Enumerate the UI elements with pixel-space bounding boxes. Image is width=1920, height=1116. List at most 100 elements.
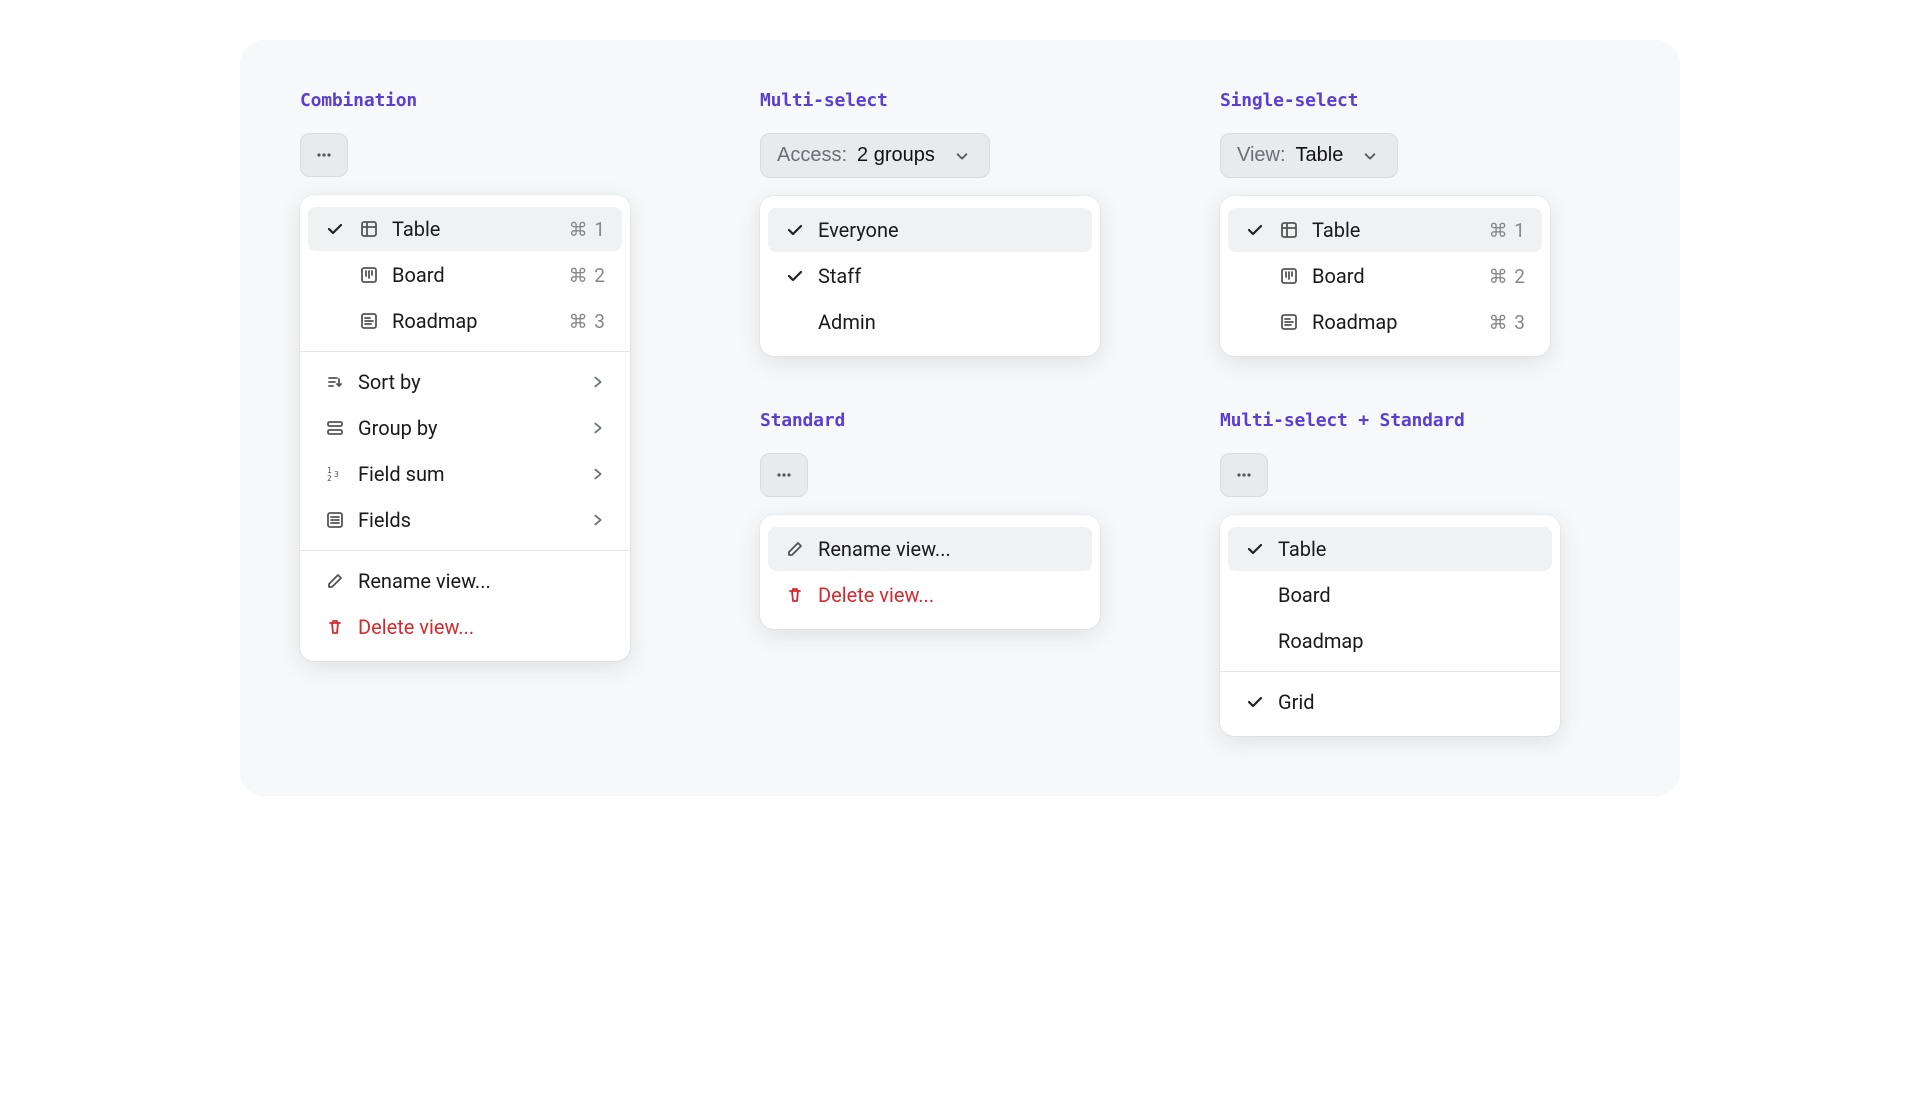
multi-select-menu: Everyone Staff Admin	[760, 196, 1100, 356]
check-icon	[1244, 221, 1266, 239]
multi-standard-menu: Table Board Roadmap Grid	[1220, 515, 1560, 736]
keyboard-shortcut: ⌘ 1	[1489, 219, 1526, 242]
check-icon	[784, 221, 806, 239]
divider	[300, 550, 630, 551]
menu-item-label: Board	[1278, 583, 1331, 607]
menu-item-rename-view[interactable]: Rename view...	[308, 559, 622, 603]
menu-item-label: Delete view...	[358, 615, 474, 639]
menu-item-label: Rename view...	[358, 569, 491, 593]
menu-item-label: Field sum	[358, 462, 445, 486]
menu-item-delete-view[interactable]: Delete view...	[308, 605, 622, 649]
single-select-menu: Table ⌘ 1 Board ⌘ 2 Roadmap ⌘ 3	[1220, 196, 1550, 356]
ellipsis-icon	[313, 144, 335, 166]
chevron-right-icon	[590, 512, 606, 528]
menu-item-roadmap[interactable]: Roadmap	[1228, 619, 1552, 663]
menu-item-label: Staff	[818, 264, 861, 288]
keyboard-shortcut: ⌘ 3	[1489, 311, 1526, 334]
keyboard-shortcut: ⌘ 2	[569, 264, 606, 287]
menu-item-view-table[interactable]: Table ⌘ 1	[1228, 208, 1542, 252]
table-icon	[1278, 219, 1300, 241]
check-icon	[1244, 693, 1266, 711]
menu-item-label: Roadmap	[1278, 629, 1364, 653]
keyboard-shortcut: ⌘ 1	[569, 218, 606, 241]
menu-item-fields[interactable]: Fields	[308, 498, 622, 542]
menu-item-board[interactable]: Board	[1228, 573, 1552, 617]
keyboard-shortcut: ⌘ 2	[1489, 265, 1526, 288]
menu-item-rename-view[interactable]: Rename view...	[768, 527, 1092, 571]
divider	[300, 351, 630, 352]
caret-down-icon	[951, 145, 973, 167]
menu-item-everyone[interactable]: Everyone	[768, 208, 1092, 252]
access-dropdown-button[interactable]: Access: 2 groups	[760, 133, 990, 178]
menu-item-label: Everyone	[818, 218, 899, 242]
menu-item-table[interactable]: Table	[1228, 527, 1552, 571]
chevron-right-icon	[590, 466, 606, 482]
check-icon	[1244, 540, 1266, 558]
menu-item-view-table[interactable]: Table ⌘ 1	[308, 207, 622, 251]
more-actions-button[interactable]	[760, 453, 808, 497]
menu-item-staff[interactable]: Staff	[768, 254, 1092, 298]
section-title: Standard	[760, 410, 845, 431]
view-dropdown-button[interactable]: View: Table	[1220, 133, 1398, 178]
section-title: Combination	[300, 90, 417, 111]
menu-item-sort-by[interactable]: Sort by	[308, 360, 622, 404]
section-title: Multi-select	[760, 90, 888, 111]
check-icon	[324, 220, 346, 238]
trigger-prefix: View:	[1237, 144, 1286, 167]
example-frame: Combination Table ⌘ 1 Board ⌘ 2	[240, 40, 1680, 796]
field-sum-icon	[324, 463, 346, 485]
caret-down-icon	[1359, 145, 1381, 167]
menu-item-label: Table	[1312, 218, 1360, 242]
section-multi-select: Multi-select Access: 2 groups Everyone S…	[760, 90, 1100, 356]
menu-item-view-board[interactable]: Board ⌘ 2	[1228, 254, 1542, 298]
menu-item-label: Fields	[358, 508, 411, 532]
trigger-value: Table	[1296, 144, 1344, 167]
section-title: Multi-select + Standard	[1220, 410, 1465, 431]
chevron-right-icon	[590, 374, 606, 390]
menu-item-label: Table	[392, 217, 440, 241]
menu-item-delete-view[interactable]: Delete view...	[768, 573, 1092, 617]
menu-item-label: Board	[1312, 264, 1365, 288]
pencil-icon	[784, 538, 806, 560]
ellipsis-icon	[773, 464, 795, 486]
keyboard-shortcut: ⌘ 3	[569, 310, 606, 333]
pencil-icon	[324, 570, 346, 592]
section-single-select: Single-select View: Table Table ⌘ 1 Boar…	[1220, 90, 1550, 356]
section-standard: Standard Rename view... Delete view...	[760, 410, 1100, 629]
menu-item-label: Roadmap	[1312, 310, 1398, 334]
trash-icon	[784, 584, 806, 606]
standard-menu: Rename view... Delete view...	[760, 515, 1100, 629]
sort-icon	[324, 371, 346, 393]
section-combination: Combination Table ⌘ 1 Board ⌘ 2	[300, 90, 630, 661]
roadmap-icon	[358, 310, 380, 332]
menu-item-group-by[interactable]: Group by	[308, 406, 622, 450]
menu-item-label: Table	[1278, 537, 1326, 561]
ellipsis-icon	[1233, 464, 1255, 486]
menu-item-label: Board	[392, 263, 445, 287]
trigger-value: 2 groups	[857, 144, 935, 167]
chevron-right-icon	[590, 420, 606, 436]
menu-item-admin[interactable]: Admin	[768, 300, 1092, 344]
board-icon	[358, 264, 380, 286]
board-icon	[1278, 265, 1300, 287]
more-actions-button[interactable]	[300, 133, 348, 177]
menu-item-label: Delete view...	[818, 583, 934, 607]
menu-item-view-roadmap[interactable]: Roadmap ⌘ 3	[308, 299, 622, 343]
trash-icon	[324, 616, 346, 638]
menu-item-grid[interactable]: Grid	[1228, 680, 1552, 724]
menu-item-label: Rename view...	[818, 537, 951, 561]
menu-item-view-roadmap[interactable]: Roadmap ⌘ 3	[1228, 300, 1542, 344]
check-icon	[784, 267, 806, 285]
section-title: Single-select	[1220, 90, 1358, 111]
menu-item-view-board[interactable]: Board ⌘ 2	[308, 253, 622, 297]
combination-menu: Table ⌘ 1 Board ⌘ 2 Roadmap ⌘ 3	[300, 195, 630, 661]
group-icon	[324, 417, 346, 439]
menu-item-label: Admin	[818, 310, 876, 334]
menu-item-label: Roadmap	[392, 309, 478, 333]
more-actions-button[interactable]	[1220, 453, 1268, 497]
menu-item-field-sum[interactable]: Field sum	[308, 452, 622, 496]
roadmap-icon	[1278, 311, 1300, 333]
fields-icon	[324, 509, 346, 531]
section-multi-standard: Multi-select + Standard Table Board Road…	[1220, 410, 1560, 736]
menu-item-label: Sort by	[358, 370, 421, 394]
